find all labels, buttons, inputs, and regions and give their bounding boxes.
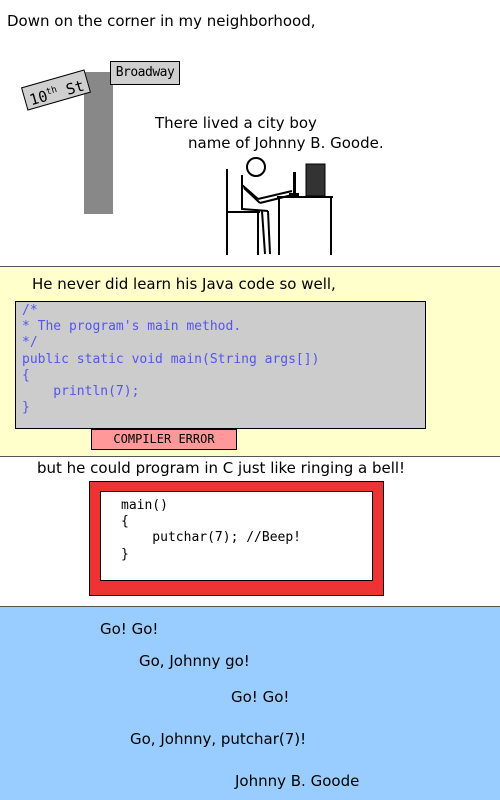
computer-icon	[289, 163, 326, 197]
compiler-error-badge: COMPILER ERROR	[91, 429, 237, 450]
street-sign-10th-st: 10th St	[20, 69, 92, 111]
panel3-caption: but he could program in C just like ring…	[37, 459, 406, 477]
code-line: /*	[22, 303, 38, 318]
street-sign-suffix: St	[63, 76, 87, 99]
panel1-caption-line1: There lived a city boy	[155, 114, 317, 132]
desk	[277, 196, 333, 255]
boy-at-computer-illustration	[226, 157, 333, 255]
panel-chorus: Go! Go! Go, Johnny go! Go! Go! Go, Johnn…	[0, 606, 500, 800]
code-line: }	[121, 546, 129, 562]
code-line: }	[22, 400, 30, 416]
chorus-line: Go, Johnny go!	[139, 652, 250, 670]
street-sign-broadway: Broadway	[110, 61, 180, 85]
code-line: * The program's main method.	[22, 319, 242, 335]
chorus-line: Go, Johnny, putchar(7)!	[130, 730, 307, 748]
panel-java-code: He never did learn his Java code so well…	[0, 266, 500, 456]
chorus-line: Go! Go!	[231, 688, 290, 706]
panel1-caption: Down on the corner in my neighborhood,	[7, 12, 316, 30]
chorus-line: Johnny B. Goode	[235, 772, 360, 790]
java-code-block: /* * The program's main method. */ publi…	[15, 301, 426, 429]
code-line: public static void main(String args[])	[22, 351, 320, 367]
panel-c-code: but he could program in C just like ring…	[0, 456, 500, 606]
code-line: main()	[121, 498, 168, 513]
c-code-frame: main() { putchar(7); //Beep! }	[89, 481, 384, 596]
code-line: println(7);	[22, 384, 140, 400]
code-line: {	[121, 514, 129, 530]
stick-figure-johnny	[241, 157, 293, 255]
code-line: */	[22, 335, 38, 351]
panel-street-corner: Down on the corner in my neighborhood, B…	[0, 0, 500, 266]
panel1-caption-line2: name of Johnny B. Goode.	[188, 134, 384, 152]
code-line: putchar(7); //Beep!	[121, 530, 302, 546]
code-line: {	[22, 367, 30, 383]
sign-post	[84, 72, 113, 214]
panel2-caption: He never did learn his Java code so well…	[32, 275, 336, 293]
chorus-line: Go! Go!	[100, 620, 159, 638]
chair	[226, 169, 260, 255]
street-sign-ordinal: th	[45, 84, 59, 98]
c-code-block: main() { putchar(7); //Beep! }	[100, 491, 373, 581]
